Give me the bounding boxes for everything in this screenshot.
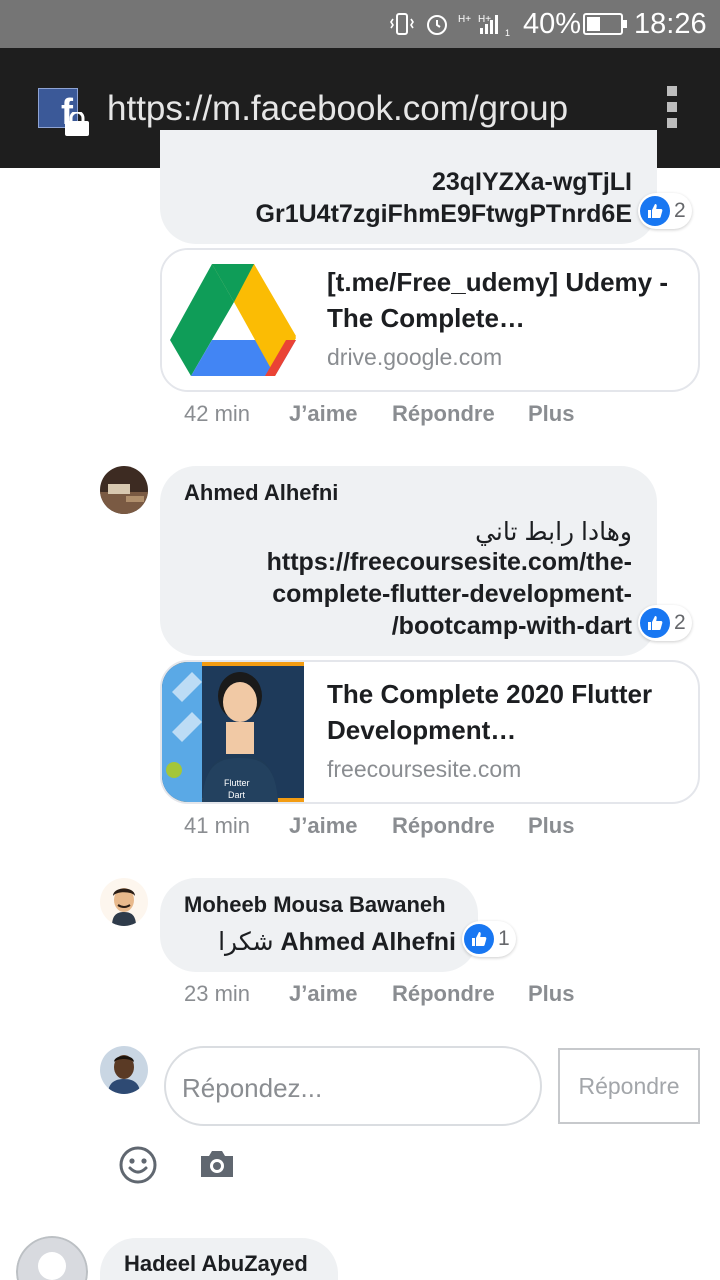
battery-percent: 40% <box>523 8 582 40</box>
reaction-count: 2 <box>674 611 686 634</box>
reply-input-wrapper[interactable] <box>164 1046 542 1126</box>
camera-icon[interactable] <box>198 1148 236 1180</box>
comment-text-line: 23qIYZXa-wgTjLI <box>431 168 632 196</box>
comment-author[interactable]: Ahmed Alhefni <box>184 480 338 506</box>
like-button[interactable]: J’aime <box>289 401 358 427</box>
menu-kebab-icon[interactable] <box>662 86 682 132</box>
thumbnail-badge-text: Flutter <box>224 778 250 788</box>
google-drive-logo-icon <box>162 250 304 390</box>
like-button[interactable]: J’aime <box>289 813 358 839</box>
signal-icon: H+ H+ 1 <box>458 14 510 37</box>
comment-time[interactable]: 41 min <box>184 813 250 839</box>
link-card-title[interactable]: The Complete 2020 Flutter Development… <box>327 676 687 748</box>
lock-icon <box>64 110 90 136</box>
status-bar: H+ H+ 1 40% 18:26 <box>0 0 720 48</box>
svg-text:1: 1 <box>505 28 510 37</box>
svg-text:H+: H+ <box>458 14 471 25</box>
more-button[interactable]: Plus <box>528 981 574 1007</box>
like-reaction-icon <box>640 196 670 226</box>
battery-icon <box>583 13 627 35</box>
reaction-badge[interactable]: 2 <box>638 193 692 229</box>
reply-button[interactable]: Répondre <box>392 813 495 839</box>
avatar[interactable] <box>100 878 148 926</box>
comment-author[interactable]: Moheeb Mousa Bawaneh <box>184 892 446 918</box>
comment-text: شكرا <box>218 928 274 956</box>
alarm-icon <box>427 15 447 35</box>
comment-body: شكرا Ahmed Alhefni <box>184 926 456 958</box>
battery-level <box>587 17 600 31</box>
comment-link-line[interactable]: /bootcamp-with-dart <box>180 610 632 642</box>
status-icons: H+ H+ 1 <box>388 10 514 38</box>
reaction-count: 1 <box>498 927 510 950</box>
reaction-count: 2 <box>674 199 686 222</box>
reaction-badge[interactable]: 1 <box>462 921 516 957</box>
clock: 18:26 <box>634 8 707 40</box>
mention-link[interactable]: Ahmed Alhefni <box>281 928 456 956</box>
more-button[interactable]: Plus <box>528 401 574 427</box>
link-preview-card[interactable]: Flutter Dart The Complete 2020 Flutter D… <box>160 660 700 804</box>
comment-time[interactable]: 42 min <box>184 401 250 427</box>
reply-button[interactable]: Répondre <box>392 981 495 1007</box>
link-card-title[interactable]: [t.me/Free_udemy] Udemy - The Complete… <box>327 264 687 336</box>
emoji-icon[interactable] <box>118 1145 158 1185</box>
url-text[interactable]: https://m.facebook.com/group <box>107 89 568 129</box>
comment-text-line: وهادا رابط تاني <box>475 518 632 546</box>
like-reaction-icon <box>640 608 670 638</box>
link-preview-card[interactable]: [t.me/Free_udemy] Udemy - The Complete… … <box>160 248 700 392</box>
more-button[interactable]: Plus <box>528 813 574 839</box>
submit-reply-button[interactable]: Répondre <box>558 1048 700 1124</box>
avatar[interactable] <box>100 466 148 514</box>
course-thumbnail: Flutter Dart <box>162 662 304 802</box>
comment-text-line: Gr1U4t7zgiFhmE9FtwgPTnrd6E <box>255 200 632 228</box>
vibrate-icon <box>390 13 414 35</box>
comment-time[interactable]: 23 min <box>184 981 250 1007</box>
reply-button[interactable]: Répondre <box>392 401 495 427</box>
reply-input[interactable] <box>182 1068 522 1108</box>
like-reaction-icon <box>464 924 494 954</box>
current-user-avatar <box>100 1046 148 1094</box>
comment-link-line[interactable]: https://freecoursesite.com/the- <box>180 546 632 578</box>
reaction-badge[interactable]: 2 <box>638 605 692 641</box>
link-card-domain: freecoursesite.com <box>327 756 522 782</box>
svg-text:H+: H+ <box>478 14 491 25</box>
like-button[interactable]: J’aime <box>289 981 358 1007</box>
comment-link-line[interactable]: complete-flutter-development- <box>180 578 632 610</box>
thumbnail-badge-text: Dart <box>228 790 246 800</box>
link-card-domain: drive.google.com <box>327 344 503 370</box>
comment-author[interactable]: Hadeel AbuZayed <box>124 1251 308 1277</box>
avatar[interactable] <box>16 1236 88 1280</box>
